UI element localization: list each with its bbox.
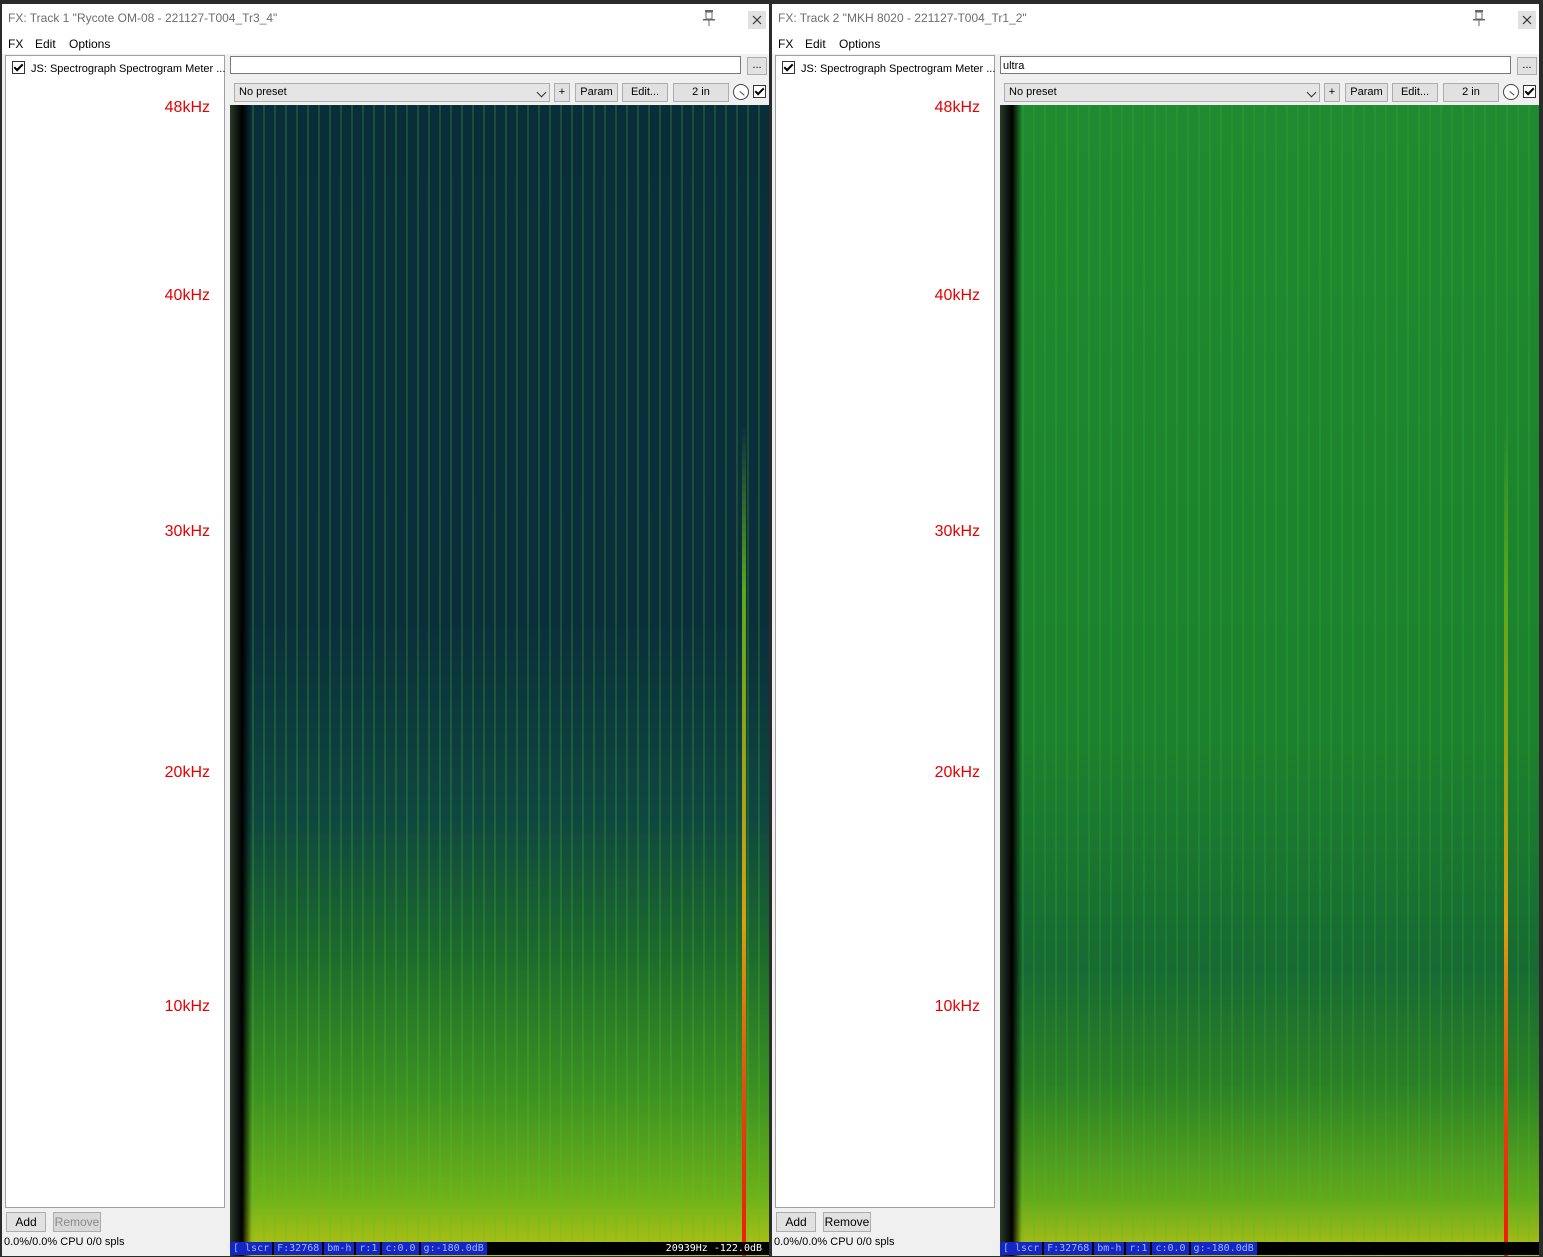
spectrogram-edge [230, 105, 252, 1256]
bypass-checkbox[interactable] [1523, 85, 1536, 98]
status-bar: [ lscr F:32768 bm-h r:1 c:0.0 g:-180.0dB [1000, 1242, 1539, 1255]
menu-bar: FX Edit Options [2, 34, 769, 54]
checkbox-icon[interactable] [12, 61, 25, 74]
fx-item-label: JS: Spectrograph Spectrogram Meter ... [801, 63, 996, 75]
status-segment: F:32768 [1044, 1242, 1093, 1255]
status-segment: r:1 [1126, 1242, 1151, 1255]
edit-button[interactable]: Edit... [1392, 83, 1438, 102]
spectrogram-display[interactable] [1000, 105, 1539, 1256]
status-segment: F:32768 [274, 1242, 323, 1255]
status-segment: c:0.0 [1152, 1242, 1189, 1255]
preset-select[interactable]: No preset [1004, 83, 1320, 102]
cpu-status: 0.0%/0.0% CPU 0/0 spls [774, 1236, 895, 1248]
bypass-checkbox[interactable] [753, 85, 766, 98]
fx-window-track-2: FX: Track 2 "MKH 8020 - 221127-T004_Tr1_… [772, 4, 1539, 1256]
preset-name-input[interactable] [230, 56, 741, 74]
pin-icon[interactable] [1471, 9, 1487, 27]
remove-button[interactable]: Remove [823, 1212, 871, 1232]
param-button[interactable]: Param [575, 83, 618, 102]
preset-name-input[interactable]: ultra [1000, 56, 1511, 74]
freq-label-40k: 40kHz [934, 287, 980, 304]
chevron-down-icon [536, 87, 547, 98]
menu-edit[interactable]: Edit [35, 37, 56, 51]
menu-options[interactable]: Options [69, 37, 110, 51]
status-segment: g:-180.0dB [1190, 1242, 1257, 1255]
spectrogram-display[interactable] [230, 105, 769, 1256]
status-segment: g:-180.0dB [420, 1242, 487, 1255]
browse-button[interactable]: ... [1517, 57, 1537, 75]
remove-button[interactable]: Remove [53, 1212, 101, 1232]
menu-options[interactable]: Options [839, 37, 880, 51]
knob-icon[interactable] [733, 84, 749, 100]
io-button[interactable]: 2 in [673, 83, 729, 102]
io-button[interactable]: 2 in [1443, 83, 1499, 102]
fx-chain-item[interactable]: JS: Spectrograph Spectrogram Meter ... [782, 61, 995, 75]
fx-chain-list[interactable]: JS: Spectrograph Spectrogram Meter ... 4… [5, 55, 225, 1208]
freq-label-10k: 10kHz [164, 998, 210, 1015]
freq-label-48k: 48kHz [934, 99, 980, 116]
close-icon [752, 15, 762, 25]
status-segment: r:1 [356, 1242, 381, 1255]
add-button[interactable]: Add [6, 1212, 46, 1232]
fx-window-track-1: FX: Track 1 "Rycote OM-08 - 221127-T004_… [2, 4, 769, 1256]
pin-icon[interactable] [701, 9, 717, 27]
close-icon [1522, 15, 1532, 25]
freq-label-30k: 30kHz [934, 523, 980, 540]
window-title: FX: Track 1 "Rycote OM-08 - 221127-T004_… [8, 11, 278, 25]
menu-fx[interactable]: FX [8, 37, 23, 51]
status-segment: bm-h [324, 1242, 355, 1255]
preset-select[interactable]: No preset [234, 83, 550, 102]
status-segment: bm-h [1094, 1242, 1125, 1255]
knob-icon[interactable] [1503, 84, 1519, 100]
menu-edit[interactable]: Edit [805, 37, 826, 51]
add-preset-button[interactable]: + [554, 83, 570, 102]
title-bar[interactable]: FX: Track 2 "MKH 8020 - 221127-T004_Tr1_… [772, 4, 1539, 34]
freq-label-48k: 48kHz [164, 99, 210, 116]
edit-button[interactable]: Edit... [622, 83, 668, 102]
status-segment: c:0.0 [382, 1242, 419, 1255]
close-button[interactable] [1518, 11, 1536, 29]
chevron-down-icon [1306, 87, 1317, 98]
checkbox-icon[interactable] [782, 61, 795, 74]
title-bar[interactable]: FX: Track 1 "Rycote OM-08 - 221127-T004_… [2, 4, 769, 34]
status-bar: [ lscr F:32768 bm-h r:1 c:0.0 g:-180.0dB 2093… [230, 1242, 769, 1255]
add-preset-button[interactable]: + [1324, 83, 1340, 102]
spectrogram-edge [1000, 105, 1022, 1256]
freq-label-20k: 20kHz [164, 764, 210, 781]
browse-button[interactable]: ... [747, 57, 767, 75]
cpu-status: 0.0%/0.0% CPU 0/0 spls [4, 1236, 125, 1248]
freq-label-40k: 40kHz [164, 287, 210, 304]
fx-item-label: JS: Spectrograph Spectrogram Meter ... [31, 63, 226, 75]
menu-fx[interactable]: FX [778, 37, 793, 51]
spectrogram-peak-line [742, 425, 746, 1256]
preset-select-value: No preset [1009, 86, 1057, 98]
fx-chain-item[interactable]: JS: Spectrograph Spectrogram Meter ... [12, 61, 225, 75]
freq-label-20k: 20kHz [934, 764, 980, 781]
status-segment: [ lscr [230, 1242, 273, 1255]
close-button[interactable] [748, 11, 766, 29]
param-button[interactable]: Param [1345, 83, 1388, 102]
fx-chain-list[interactable]: JS: Spectrograph Spectrogram Meter ... 4… [775, 55, 995, 1208]
preset-select-value: No preset [239, 86, 287, 98]
status-segment: [ lscr [1000, 1242, 1043, 1255]
status-readout: 20939Hz -122.0dB [665, 1243, 762, 1254]
freq-label-10k: 10kHz [934, 998, 980, 1015]
add-button[interactable]: Add [776, 1212, 816, 1232]
spectrogram-peak-line [1504, 425, 1508, 1256]
window-title: FX: Track 2 "MKH 8020 - 221127-T004_Tr1_… [778, 11, 1027, 25]
menu-bar: FX Edit Options [772, 34, 1539, 54]
freq-label-30k: 30kHz [164, 523, 210, 540]
